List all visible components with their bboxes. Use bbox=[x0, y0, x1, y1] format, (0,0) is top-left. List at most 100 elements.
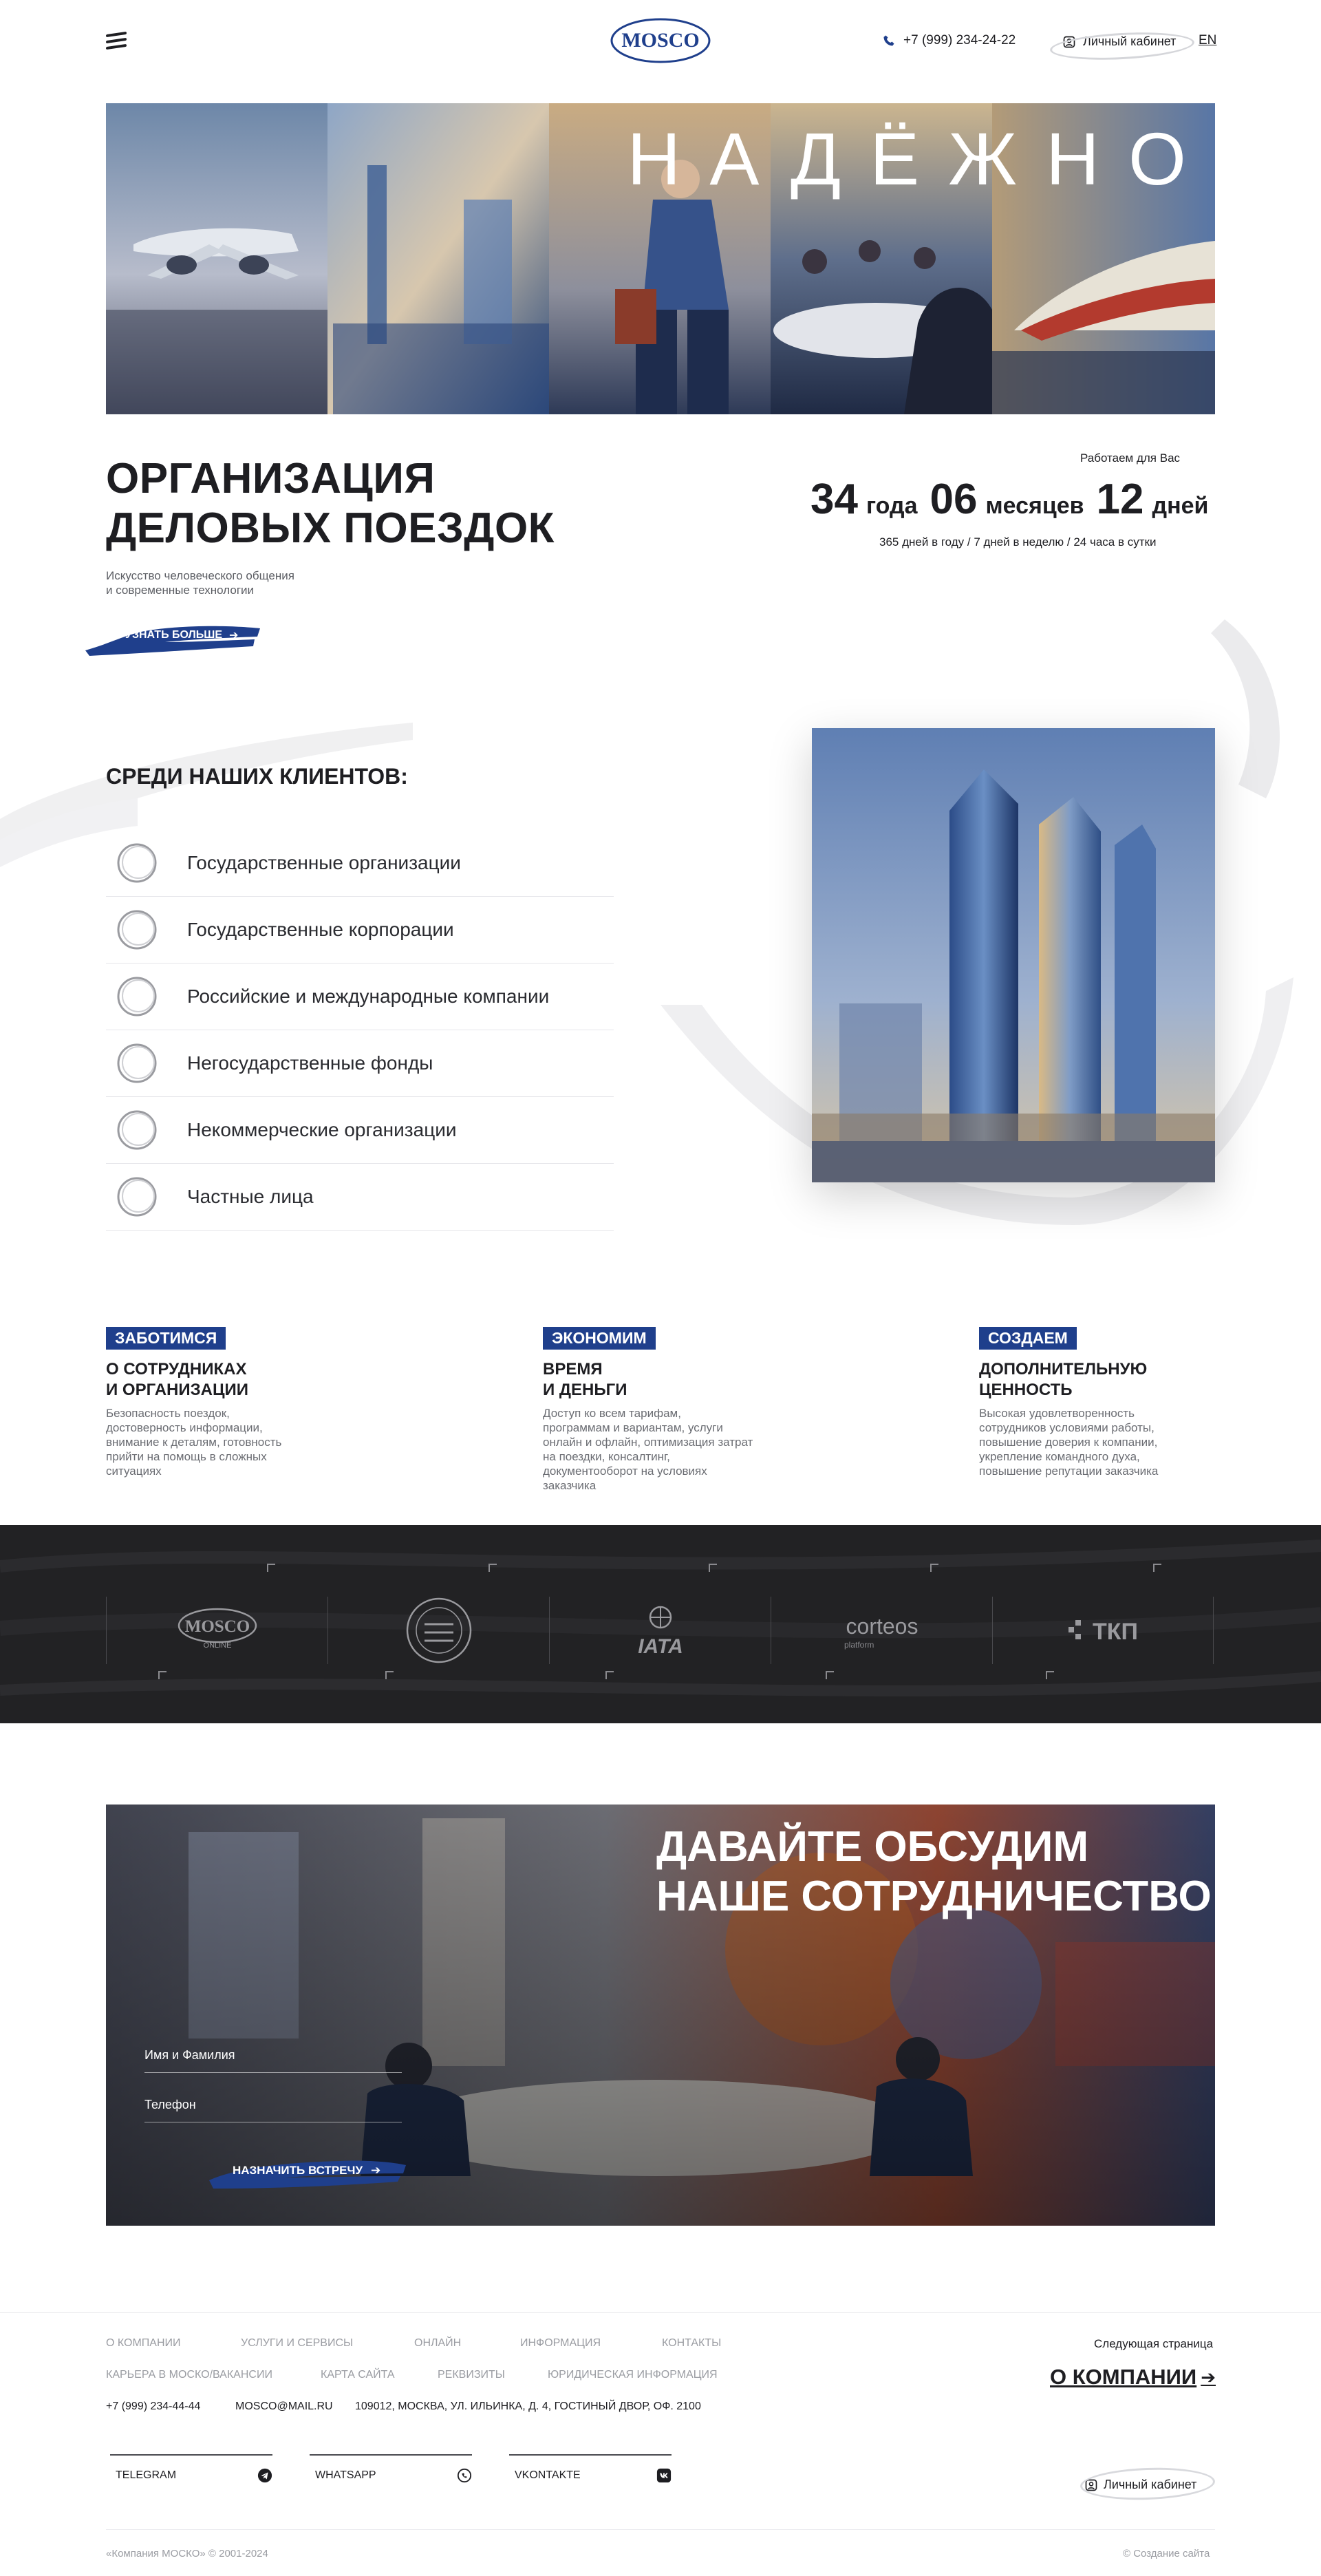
corner-mark bbox=[1153, 1564, 1161, 1572]
contact-title: ДАВАЙТЕ ОБСУДИМ НАШЕ СОТРУДНИЧЕСТВО bbox=[656, 1823, 1212, 1920]
partners-strip: MOSCO ONLINE IATA corteos platform ТКП bbox=[0, 1525, 1321, 1723]
partner-mosco-online[interactable]: MOSCO ONLINE bbox=[106, 1597, 327, 1664]
iata-logo-text: IATA bbox=[638, 1635, 683, 1658]
social-whatsapp[interactable]: WHATSAPP bbox=[310, 2454, 472, 2483]
phone-field[interactable] bbox=[144, 2088, 402, 2122]
experience-counter: 34 года 06 месяцев 12 дней bbox=[810, 475, 1212, 524]
feature-value: СОЗДАЕМ ДОПОЛНИТЕЛЬНУЮ ЦЕННОСТЬ Высокая … bbox=[979, 1327, 1268, 1478]
footer-cabinet-link[interactable]: Личный кабинет bbox=[1080, 2465, 1216, 2502]
corteos-logo-text: corteos bbox=[846, 1614, 919, 1639]
ring-icon bbox=[117, 1043, 157, 1083]
site-credits-link[interactable]: © Создание сайта bbox=[1123, 2548, 1210, 2559]
client-label: Некоммерческие организации bbox=[187, 1119, 457, 1140]
footer-link-services[interactable]: УСЛУГИ И СЕРВИСЫ bbox=[241, 2337, 353, 2350]
footer-link-legal[interactable]: ЮРИДИЧЕСКАЯ ИНФОРМАЦИЯ bbox=[548, 2369, 718, 2381]
phone-icon bbox=[883, 35, 894, 46]
next-page-link[interactable]: О КОМПАНИИ ➔ bbox=[1050, 2365, 1216, 2389]
client-label: Негосударственные фонды bbox=[187, 1052, 433, 1074]
feature-badge: СОЗДАЕМ bbox=[979, 1327, 1077, 1350]
partner-corteos[interactable]: corteos platform bbox=[771, 1597, 992, 1664]
feature-care: ЗАБОТИМСЯ О СОТРУДНИКАХ И ОРГАНИЗАЦИИ Бе… bbox=[106, 1327, 395, 1478]
client-item[interactable]: Государственные организации bbox=[106, 830, 614, 897]
phone-input[interactable] bbox=[144, 2088, 402, 2122]
social-label: TELEGRAM bbox=[116, 2469, 177, 2481]
client-item[interactable]: Российские и международные компании bbox=[106, 964, 614, 1030]
client-label: Российские и международные компании bbox=[187, 986, 550, 1007]
arrow-right-icon: ➔ bbox=[229, 630, 239, 641]
social-vkontakte[interactable]: VKONTAKTE bbox=[509, 2454, 672, 2483]
client-label: Государственные корпорации bbox=[187, 919, 454, 940]
years-value: 34 bbox=[810, 476, 858, 523]
client-item[interactable]: Негосударственные фонды bbox=[106, 1030, 614, 1097]
arrow-right-icon: ➔ bbox=[371, 2164, 381, 2177]
years-unit: года bbox=[866, 493, 918, 519]
language-switch[interactable]: EN bbox=[1199, 33, 1216, 48]
clients-list: Государственные организации Государствен… bbox=[106, 830, 614, 1231]
logo-text: MOSCO bbox=[621, 29, 699, 52]
social-label: WHATSAPP bbox=[315, 2469, 376, 2481]
feature-economy: ЭКОНОМИМ ВРЕМЯ И ДЕНЬГИ Доступ ко всем т… bbox=[543, 1327, 832, 1493]
name-field[interactable] bbox=[144, 2039, 402, 2073]
footer-link-online[interactable]: ОНЛАЙН bbox=[414, 2337, 461, 2350]
corner-mark bbox=[1046, 1671, 1054, 1679]
feature-badge: ЗАБОТИМСЯ bbox=[106, 1327, 226, 1350]
footer-link-requisites[interactable]: РЕКВИЗИТЫ bbox=[438, 2369, 505, 2381]
footer-divider bbox=[0, 2312, 1321, 2313]
counter-caption: Работаем для Вас bbox=[1080, 451, 1181, 465]
hero-banner: НАДЁЖНО bbox=[106, 103, 1215, 414]
page-title: ОРГАНИЗАЦИЯ ДЕЛОВЫХ ПОЕЗДОК bbox=[106, 454, 555, 553]
learn-more-button[interactable]: УЗНАТЬ БОЛЬШЕ ➔ bbox=[83, 616, 263, 659]
footer-link-sitemap[interactable]: КАРТА САЙТА bbox=[321, 2369, 395, 2381]
ring-icon bbox=[117, 1110, 157, 1150]
footer-link-career[interactable]: КАРЬЕРА В МОСКО/ВАКАНСИИ bbox=[106, 2369, 272, 2381]
partner-transport-clearing[interactable] bbox=[327, 1597, 549, 1664]
telegram-icon bbox=[257, 2468, 272, 2483]
feature-description: Безопасность поездок, достоверность инфо… bbox=[106, 1407, 282, 1478]
partner-tkp[interactable]: ТКП bbox=[992, 1597, 1214, 1664]
corner-mark bbox=[158, 1671, 167, 1679]
feature-badge: ЭКОНОМИМ bbox=[543, 1327, 656, 1350]
arrow-right-icon: ➔ bbox=[1201, 2366, 1216, 2387]
footer-link-about[interactable]: О КОМПАНИИ bbox=[106, 2337, 181, 2350]
feature-description: Доступ ко всем тарифам, программам и вар… bbox=[543, 1407, 753, 1492]
page-subtitle: Искусство человеческого общения и соврем… bbox=[106, 569, 294, 597]
header-phone[interactable]: +7 (999) 234-24-22 bbox=[883, 33, 1016, 48]
client-item[interactable]: Государственные корпорации bbox=[106, 897, 614, 964]
contact-section: ДАВАЙТЕ ОБСУДИМ НАШЕ СОТРУДНИЧЕСТВО НАЗН… bbox=[106, 1805, 1215, 2226]
days-value: 12 bbox=[1096, 476, 1144, 523]
next-page-label: О КОМПАНИИ bbox=[1050, 2365, 1197, 2389]
footer-address: 109012, МОСКВА, УЛ. ИЛЬИНКА, Д. 4, ГОСТИ… bbox=[355, 2401, 701, 2412]
name-input[interactable] bbox=[144, 2039, 402, 2072]
clients-title: СРЕДИ НАШИХ КЛИЕНТОВ: bbox=[106, 764, 408, 789]
feature-heading: ДОПОЛНИТЕЛЬНУЮ ЦЕННОСТЬ bbox=[979, 1360, 1148, 1399]
copyright: «Компания МОСКО» © 2001-2024 bbox=[106, 2548, 268, 2559]
partner-iata[interactable]: IATA bbox=[549, 1597, 771, 1664]
brush-circle bbox=[1080, 2465, 1216, 2502]
cabinet-link[interactable]: Личный кабинет bbox=[1049, 29, 1195, 63]
feature-heading: О СОТРУДНИКАХ И ОРГАНИЗАЦИИ bbox=[106, 1360, 248, 1399]
phone-number: +7 (999) 234-24-22 bbox=[903, 33, 1016, 47]
footer-email[interactable]: MOSCO@MAIL.RU bbox=[235, 2401, 333, 2413]
corner-mark bbox=[930, 1564, 938, 1572]
footer-link-contacts[interactable]: КОНТАКТЫ bbox=[662, 2337, 721, 2350]
footer-link-info[interactable]: ИНФОРМАЦИЯ bbox=[520, 2337, 601, 2350]
ring-icon bbox=[117, 1177, 157, 1217]
hero-slogan: НАДЁЖНО bbox=[627, 117, 1215, 200]
footer-phone[interactable]: +7 (999) 234-44-44 bbox=[106, 2401, 200, 2413]
whatsapp-icon bbox=[457, 2468, 472, 2483]
months-value: 06 bbox=[930, 476, 978, 523]
corner-mark bbox=[385, 1671, 394, 1679]
footer-bottom-divider bbox=[106, 2529, 1215, 2530]
days-unit: дней bbox=[1152, 493, 1209, 519]
client-item[interactable]: Частные лица bbox=[106, 1164, 614, 1231]
feature-description: Высокая удовлетворенность сотрудников ус… bbox=[979, 1407, 1159, 1478]
social-telegram[interactable]: TELEGRAM bbox=[110, 2454, 272, 2483]
client-item[interactable]: Некоммерческие организации bbox=[106, 1097, 614, 1164]
schedule-meeting-button[interactable]: НАЗНАЧИТЬ ВСТРЕЧУ ➔ bbox=[202, 2150, 409, 2191]
corner-mark bbox=[267, 1564, 275, 1572]
logo[interactable]: MOSCO bbox=[610, 17, 711, 65]
towers-painting bbox=[812, 728, 1215, 1182]
page-title-line1: ОРГАНИЗАЦИЯ bbox=[106, 455, 436, 502]
menu-icon[interactable] bbox=[106, 31, 127, 50]
corner-mark bbox=[605, 1671, 614, 1679]
